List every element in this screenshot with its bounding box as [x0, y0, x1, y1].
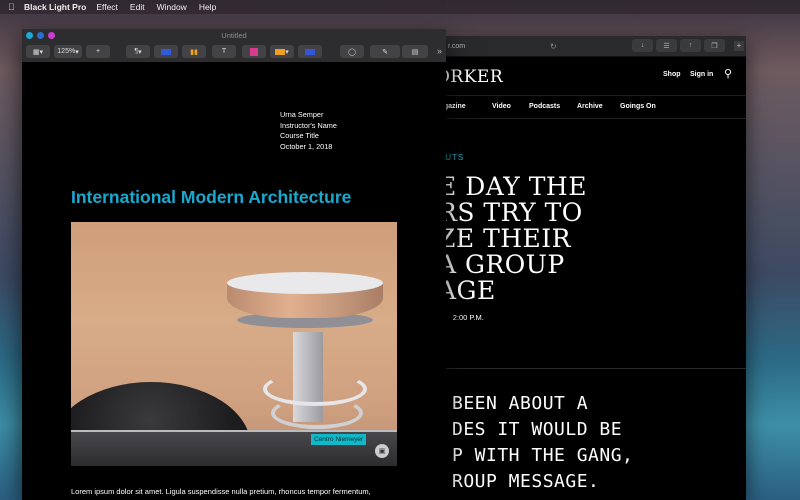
chart-icon: ▮▮	[190, 48, 198, 56]
menu-help[interactable]: Help	[199, 2, 216, 12]
browser-window: r.com ↻ ↓ ☰ ↑ ❐ + ORKER Shop Sign in ⚲ l…	[438, 36, 746, 500]
headline-line: A GROUP	[438, 250, 565, 279]
date[interactable]: October 1, 2018	[280, 142, 337, 153]
menu-effect[interactable]: Effect	[96, 2, 118, 12]
nav-goings-on[interactable]: Goings On	[620, 103, 656, 110]
hand-line: P WITH THE GANG,	[452, 445, 634, 466]
chart-button[interactable]: ▮▮	[182, 45, 206, 58]
hand-line: DES IT WOULD BE	[452, 419, 623, 440]
article-headline: E DAY THE RS TRY TO ZE THEIR A GROUP AGE	[438, 174, 587, 304]
text-box-button[interactable]: T	[212, 45, 236, 58]
nav-video[interactable]: Video	[492, 103, 511, 110]
disc-top	[227, 272, 383, 294]
table-button[interactable]	[154, 45, 178, 58]
image-icon[interactable]: ▣	[375, 444, 389, 458]
menu-bar:  Black Light Pro Effect Edit Window Hel…	[0, 0, 800, 14]
browser-toolbar: r.com ↻ ↓ ☰ ↑ ❐ +	[438, 36, 746, 57]
media-icon	[275, 48, 286, 55]
site-logo[interactable]: ORKER	[438, 67, 503, 87]
nav-podcasts[interactable]: Podcasts	[529, 103, 560, 110]
headline-line: ZE THEIR	[438, 224, 571, 253]
reload-icon[interactable]: ↻	[550, 42, 557, 51]
shop-link[interactable]: Shop	[663, 71, 681, 78]
document-page[interactable]: Urna Semper Instructor's Name Course Tit…	[22, 62, 446, 500]
body-text[interactable]: Lorem ipsum dolor sit amet. Ligula suspe…	[71, 486, 401, 497]
address-block: Urna Semper Instructor's Name Course Tit…	[280, 110, 337, 152]
course-title[interactable]: Course Title	[280, 131, 337, 142]
signin-link[interactable]: Sign in	[690, 71, 713, 78]
section-divider	[438, 368, 746, 369]
shape-button[interactable]	[242, 45, 266, 58]
hand-line: ROUP MESSAGE.	[452, 471, 600, 492]
headline-line: RS TRY TO	[438, 198, 583, 227]
headline-line: AGE	[438, 276, 496, 305]
text-icon: T	[221, 48, 227, 55]
zoom-select[interactable]: 125% ▾	[54, 45, 82, 58]
apple-menu-icon[interactable]: 	[8, 2, 24, 12]
menu-window[interactable]: Window	[157, 2, 187, 12]
document-toolbar: ▦▾ 125% ▾ + ¶ ▾ ▮▮ T ▾ ◯ ✎ ▤ »	[22, 42, 446, 63]
table-icon	[161, 48, 171, 55]
collaborate-button[interactable]: ◯	[340, 45, 364, 58]
document-title[interactable]: International Modern Architecture	[71, 187, 351, 208]
paragraph-icon: ¶	[134, 48, 139, 55]
search-icon[interactable]: ⚲	[724, 67, 732, 80]
byline-time: 2:00 P.M.	[452, 313, 484, 322]
shape-icon	[250, 47, 258, 56]
address-bar[interactable]: r.com	[448, 43, 544, 50]
format-button[interactable]: ✎	[370, 45, 400, 58]
comment-button[interactable]	[298, 45, 322, 58]
tabs-icon[interactable]: ❐	[704, 39, 725, 52]
headline-line: E DAY THE	[438, 172, 587, 201]
window-title: Untitled	[221, 31, 247, 40]
new-tab-icon[interactable]: +	[734, 41, 744, 51]
zoom-value: 125%	[57, 48, 76, 55]
view-menu-icon[interactable]: ▦▾	[26, 45, 50, 58]
document-button[interactable]: ▤	[402, 45, 428, 58]
menu-edit[interactable]: Edit	[130, 2, 145, 12]
menu-app-name[interactable]: Black Light Pro	[24, 2, 86, 12]
document-titlebar[interactable]: Untitled	[22, 29, 446, 42]
reader-icon[interactable]: ☰	[656, 39, 677, 52]
media-button[interactable]: ▾	[270, 45, 294, 58]
nav-archive[interactable]: Archive	[577, 103, 603, 110]
handwritten-text: BEEN ABOUT A DES IT WOULD BE P WITH THE …	[452, 391, 633, 495]
railing	[71, 430, 397, 432]
download-icon[interactable]: ↓	[632, 39, 653, 52]
hand-line: BEEN ABOUT A	[452, 393, 589, 414]
instructor-name[interactable]: Instructor's Name	[280, 121, 337, 132]
photo-caption: Centro Niemeyer	[311, 434, 367, 445]
more-icon[interactable]: »	[437, 46, 442, 56]
architecture-photo[interactable]: Centro Niemeyer ▣	[71, 222, 397, 466]
comment-icon	[305, 48, 315, 55]
add-page-button[interactable]: +	[86, 45, 110, 58]
document-window: Untitled ▦▾ 125% ▾ + ¶ ▾ ▮▮ T ▾ ◯ ✎ ▤ » Ur…	[22, 29, 446, 500]
paragraph-menu[interactable]: ¶ ▾	[126, 45, 150, 58]
author-name[interactable]: Urna Semper	[280, 110, 337, 121]
spiral-ramp	[271, 397, 363, 429]
share-icon[interactable]: ↑	[680, 39, 701, 52]
site-nav: lagazine Video Podcasts Archive Goings O…	[438, 96, 746, 119]
site-header: ORKER Shop Sign in ⚲	[438, 57, 746, 96]
